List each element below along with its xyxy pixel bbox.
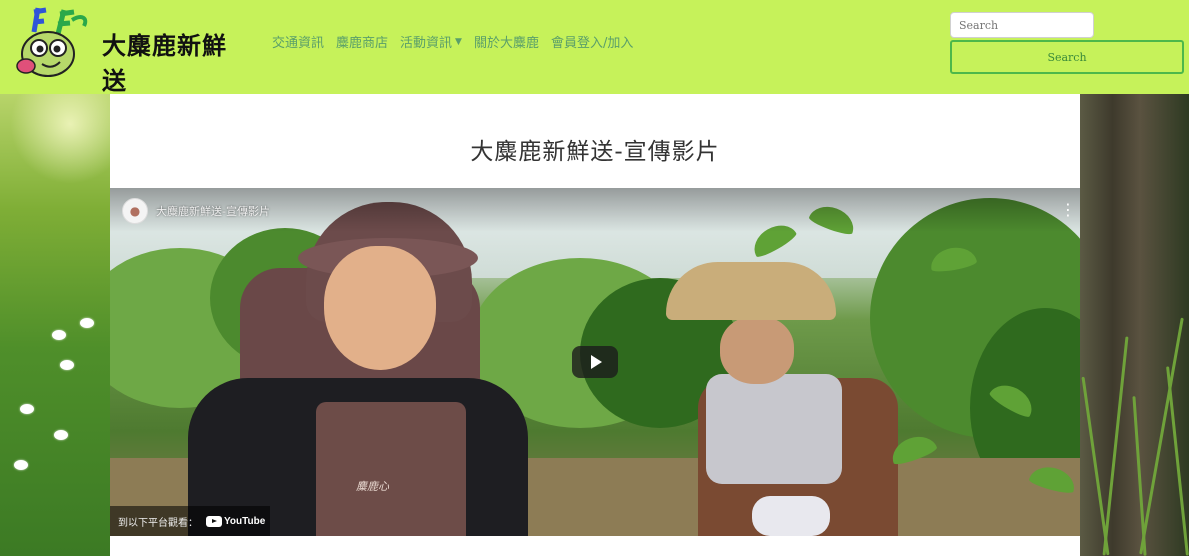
deer-mascot-icon: [16, 7, 88, 77]
video-header: ● 大麋鹿新鮮送-宣傳影片 ⋮: [110, 188, 1080, 232]
nav-item-label: 麋鹿商店: [336, 36, 389, 51]
search-input[interactable]: [950, 12, 1094, 38]
youtube-icon: [206, 515, 222, 527]
play-icon: [591, 355, 602, 369]
main-content: 大麋鹿新鮮送-宣傳影片 麋鹿心 ● 大麋鹿新鮮送-宣傳影片 ⋮ 到以下平台觀看：…: [110, 94, 1080, 556]
video-player[interactable]: 麋鹿心 ● 大麋鹿新鮮送-宣傳影片 ⋮ 到以下平台觀看： YouTube: [110, 188, 1080, 536]
page-title: 大麋鹿新鮮送-宣傳影片: [470, 139, 720, 165]
watch-on-label: 到以下平台觀看：: [118, 517, 198, 529]
youtube-logo: YouTube: [206, 515, 266, 527]
main-nav: 交通資訊 麋鹿商店 活動資訊 ▼ 關於大麋鹿 會員登入/加入: [272, 32, 633, 51]
right-background-image: [1080, 94, 1189, 556]
left-background-image: [0, 94, 110, 556]
channel-avatar[interactable]: ●: [122, 198, 148, 224]
nav-item-events[interactable]: 活動資訊 ▼: [400, 32, 462, 51]
nav-item-about[interactable]: 關於大麋鹿: [474, 32, 539, 51]
search-button-label: Search: [1047, 50, 1087, 64]
play-button[interactable]: [572, 346, 618, 378]
nav-item-shop[interactable]: 麋鹿商店: [336, 32, 388, 51]
caret-down-icon: ▼: [455, 36, 462, 47]
nav-item-label: 關於大麋鹿: [473, 36, 539, 51]
more-icon[interactable]: ⋮: [1060, 200, 1076, 220]
watch-on-youtube-bar[interactable]: 到以下平台觀看： YouTube: [110, 506, 270, 536]
nav-item-label: 交通資訊: [272, 36, 325, 51]
site-header: 大麋鹿新鮮送 交通資訊 麋鹿商店 活動資訊 ▼ 關於大麋鹿 會員登入/加入 Se…: [0, 0, 1189, 95]
logo-text: 大麋鹿新鮮送: [102, 32, 227, 95]
site-logo[interactable]: 大麋鹿新鮮送: [12, 4, 232, 95]
video-title[interactable]: 大麋鹿新鮮送-宣傳影片: [156, 203, 270, 219]
nav-item-label: 活動資訊: [400, 36, 453, 51]
nav-item-traffic[interactable]: 交通資訊: [272, 32, 324, 51]
nav-item-label: 會員登入/加入: [550, 36, 634, 51]
apron-logo: 麋鹿心: [356, 480, 389, 493]
youtube-text: YouTube: [224, 515, 266, 527]
nav-item-member-login[interactable]: 會員登入/加入: [551, 32, 633, 51]
search-button[interactable]: Search: [950, 40, 1184, 74]
